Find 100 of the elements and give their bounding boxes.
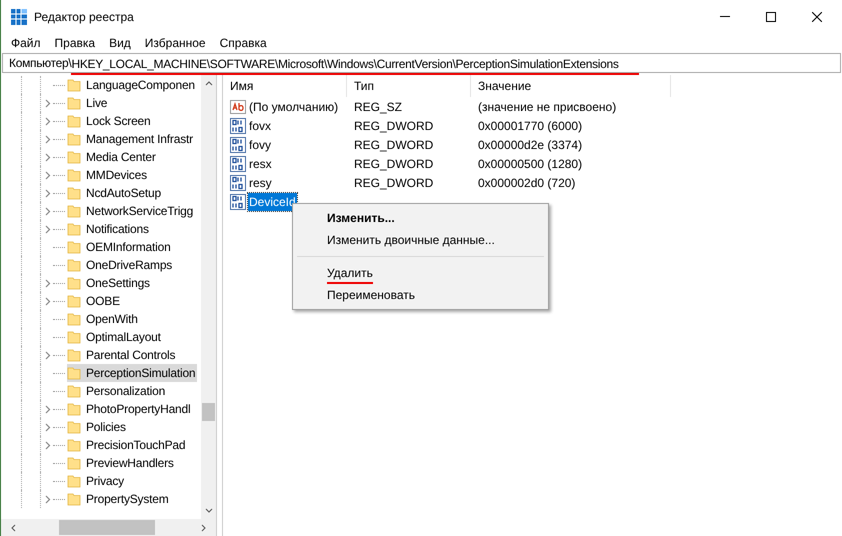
value-name[interactable]: fovy [248, 136, 272, 154]
tree-item[interactable]: NetworkServiceTrigg [67, 202, 196, 220]
vertical-scrollbar[interactable] [201, 75, 216, 519]
tree-item[interactable]: MMDevices [67, 166, 149, 184]
expand-chevron-icon[interactable] [45, 350, 51, 360]
folder-icon [67, 330, 81, 344]
tree-item[interactable]: PerceptionSimulation [67, 364, 198, 382]
horizontal-scrollbar[interactable] [1, 519, 216, 536]
tree-item[interactable]: NcdAutoSetup [67, 184, 163, 202]
tree-item[interactable]: Live [67, 94, 110, 112]
tree-item[interactable]: Parental Controls [67, 346, 178, 364]
tree-item[interactable]: Personalization [67, 382, 168, 400]
path-root: Компьютер\ [9, 55, 72, 72]
column-header[interactable]: Тип [347, 75, 471, 97]
menu-item[interactable]: Правка [48, 34, 102, 52]
tree-item[interactable]: OptimalLayout [67, 328, 163, 346]
value-type: REG_DWORD [353, 156, 434, 172]
tree-item[interactable]: PhotoPropertyHandl [67, 400, 192, 418]
folder-icon [67, 150, 81, 164]
column-header[interactable]: Значение [471, 75, 671, 97]
context-menu-item[interactable]: Переименовать [327, 284, 415, 306]
tree-item-label: OptimalLayout [86, 329, 161, 346]
tree-item[interactable]: LanguageComponen [67, 76, 197, 94]
tree-item-label: PropertySystem [86, 491, 169, 508]
value-type: REG_DWORD [353, 118, 434, 134]
tree-item[interactable]: PreviewHandlers [67, 454, 176, 472]
scroll-right-icon[interactable] [201, 524, 206, 532]
tree-item-label: Policies [86, 419, 126, 436]
expand-chevron-icon[interactable] [45, 296, 51, 306]
menu-item[interactable]: Файл [4, 34, 48, 52]
tree-item-label: Parental Controls [86, 347, 176, 364]
value-name[interactable]: resy [248, 174, 273, 192]
folder-icon [67, 258, 81, 272]
expand-chevron-icon[interactable] [45, 116, 51, 126]
value-type: REG_SZ [353, 98, 404, 116]
scroll-down-icon[interactable] [204, 508, 212, 513]
minimize-icon [720, 16, 730, 17]
tree-item[interactable]: Media Center [67, 148, 158, 166]
scrollbar-thumb[interactable] [202, 403, 215, 421]
tree-item[interactable]: OpenWith [67, 310, 140, 328]
folder-icon [67, 492, 81, 506]
menu-item[interactable]: Избранное [138, 34, 213, 52]
expand-chevron-icon[interactable] [45, 404, 51, 414]
scrollbar-thumb[interactable] [59, 520, 155, 535]
expand-chevron-icon[interactable] [45, 152, 51, 162]
folder-icon [67, 96, 81, 110]
tree-item[interactable]: PropertySystem [67, 490, 171, 508]
value-name[interactable]: fovx [248, 116, 272, 134]
folder-icon [67, 168, 81, 182]
folder-icon [67, 348, 81, 362]
tree-item-label: Privacy [86, 473, 124, 490]
value-name[interactable]: resx [248, 154, 273, 172]
expand-chevron-icon[interactable] [45, 134, 51, 144]
expand-chevron-icon[interactable] [45, 170, 51, 180]
scroll-left-icon[interactable] [11, 524, 16, 532]
expand-chevron-icon[interactable] [45, 278, 51, 288]
expand-chevron-icon[interactable] [45, 224, 51, 234]
expand-chevron-icon[interactable] [45, 494, 51, 504]
address-bar[interactable]: Компьютер\HKEY_LOCAL_MACHINE\SOFTWARE\Microsoft\Windows\CurrentVersion\PerceptionSimulationExtensions [2, 53, 841, 73]
tree-item-label: OpenWith [86, 311, 138, 328]
tree-item[interactable]: PrecisionTouchPad [67, 436, 188, 454]
scroll-up-icon[interactable] [204, 81, 212, 86]
menu-item[interactable]: Справка [212, 34, 274, 52]
expand-chevron-icon[interactable] [45, 206, 51, 216]
value-name[interactable]: (По умолчанию) [248, 98, 340, 116]
context-menu-item[interactable]: Изменить двоичные данные... [327, 229, 495, 251]
column-header[interactable]: Имя [223, 75, 347, 97]
tree-item[interactable]: Management Infrastr [67, 130, 195, 148]
folder-icon [67, 240, 81, 254]
value-name[interactable]: DeviceId [248, 192, 297, 210]
context-menu-item[interactable]: Удалить [327, 262, 373, 284]
tree-item-label: PrecisionTouchPad [86, 437, 186, 454]
tree-item[interactable]: OOBE [67, 292, 122, 310]
binary-value-icon [230, 174, 246, 190]
expand-chevron-icon[interactable] [45, 440, 51, 450]
tree-item[interactable]: Policies [67, 418, 128, 436]
binary-value-icon [230, 156, 246, 172]
value-data: 0x000002d0 (720) [477, 174, 576, 192]
tree-item-label: LanguageComponen [86, 77, 195, 94]
tree-item-label: OneSettings [86, 275, 150, 292]
expand-chevron-icon[interactable] [45, 98, 51, 108]
tree-item[interactable]: OneDriveRamps [67, 256, 174, 274]
folder-icon [67, 294, 81, 308]
expand-chevron-icon[interactable] [45, 422, 51, 432]
binary-value-icon [230, 194, 246, 210]
folder-icon [67, 366, 81, 380]
tree-item[interactable]: Lock Screen [67, 112, 153, 130]
tree-item[interactable]: OEMInformation [67, 238, 173, 256]
value-data: 0x00000500 (1280) [477, 156, 582, 172]
context-menu-item[interactable]: Изменить... [327, 207, 395, 229]
tree-item-label: OneDriveRamps [86, 257, 172, 274]
binary-value-icon [230, 118, 246, 134]
tree-item[interactable]: OneSettings [67, 274, 152, 292]
tree-item[interactable]: Privacy [67, 472, 126, 490]
expand-chevron-icon[interactable] [45, 188, 51, 198]
folder-icon [67, 420, 81, 434]
tree-item-label: Notifications [86, 221, 149, 238]
menu-item[interactable]: Вид [102, 34, 138, 52]
close-icon [812, 12, 822, 22]
tree-item[interactable]: Notifications [67, 220, 151, 238]
